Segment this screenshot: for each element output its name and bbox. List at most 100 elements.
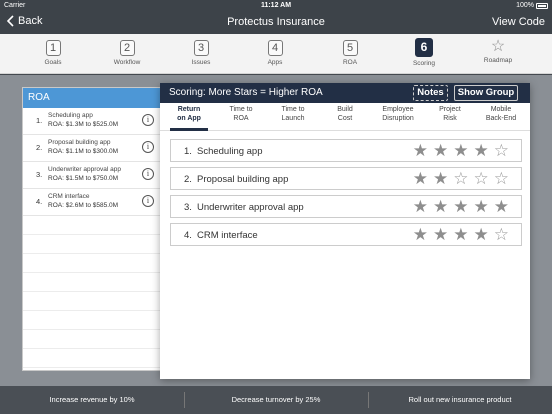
clock: 11:12 AM	[260, 2, 292, 9]
star-filled-icon[interactable]: ★	[413, 226, 428, 243]
tab-project-risk[interactable]: Project Risk	[430, 105, 470, 123]
page-title: Protectus Insurance	[227, 16, 325, 28]
step-scoring[interactable]: 6 Scoring	[394, 38, 454, 67]
step-issues[interactable]: 3 Issues	[171, 38, 231, 66]
roa-item-value: ROA: $1.1M to $300.0M	[48, 148, 119, 155]
roa-header: ROA	[23, 88, 165, 108]
roa-item-name: Proposal building app	[48, 139, 111, 146]
tab-build-cost[interactable]: Build Cost	[325, 105, 365, 123]
score-row: 1. Scheduling app ★ ★ ★ ★ ☆	[170, 139, 522, 162]
step-label: Goals	[44, 59, 62, 66]
step-goals[interactable]: 1 Goals	[23, 38, 83, 66]
step-label: Roadmap	[483, 57, 513, 64]
battery-icon	[536, 2, 548, 9]
score-row-name: Scheduling app	[197, 146, 263, 157]
info-icon[interactable]: i	[142, 114, 154, 126]
main-area: ROA 1. Scheduling app ROA: $1.3M to $525…	[0, 75, 552, 386]
battery-percent: 100%	[516, 2, 534, 9]
roa-item-value: ROA: $1.3M to $525.0M	[48, 121, 119, 128]
tab-time-to-launch[interactable]: Time to Launch	[271, 105, 315, 123]
view-code-button[interactable]: View Code	[492, 16, 545, 28]
roa-item-name: Scheduling app	[48, 112, 93, 119]
goal-item: Roll out new insurance product	[408, 395, 512, 404]
star-rating[interactable]: ★ ★ ☆ ☆ ☆	[413, 170, 509, 187]
roa-list-item: 1. Scheduling app ROA: $1.3M to $525.0M …	[23, 108, 165, 135]
step-roadmap[interactable]: ☆ Roadmap	[468, 38, 528, 65]
star-empty-icon[interactable]: ☆	[494, 226, 509, 243]
roa-item-name: Underwriter approval app	[48, 166, 121, 173]
tab-label-line2: ROA	[233, 115, 249, 122]
star-filled-icon[interactable]: ★	[433, 170, 448, 187]
score-row-index: 1.	[184, 146, 192, 157]
star-rating[interactable]: ★ ★ ★ ★ ☆	[413, 142, 509, 159]
status-bar: Carrier 11:12 AM 100%	[0, 0, 552, 12]
score-row: 4. CRM interface ★ ★ ★ ★ ☆	[170, 223, 522, 246]
step-number: 5	[342, 40, 358, 56]
active-tab-indicator	[170, 128, 208, 131]
star-filled-icon[interactable]: ★	[413, 170, 428, 187]
tab-employee-disruption[interactable]: Employee Disruption	[372, 105, 424, 123]
step-label: Workflow	[113, 59, 141, 66]
star-empty-icon[interactable]: ☆	[474, 170, 489, 187]
tab-mobile-back-end[interactable]: Mobile Back-End	[478, 105, 524, 123]
star-filled-icon[interactable]: ★	[413, 198, 428, 215]
star-filled-icon[interactable]: ★	[474, 142, 489, 159]
star-filled-icon[interactable]: ★	[433, 198, 448, 215]
star-filled-icon[interactable]: ★	[453, 198, 468, 215]
star-empty-icon[interactable]: ☆	[494, 170, 509, 187]
star-rating[interactable]: ★ ★ ★ ★ ★	[413, 198, 509, 215]
nav-bar: Back Protectus Insurance View Code	[0, 12, 552, 34]
goal-item: Decrease turnover by 25%	[231, 395, 321, 404]
tab-label-line2: Launch	[281, 115, 305, 122]
star-filled-icon[interactable]: ★	[474, 198, 489, 215]
star-rating[interactable]: ★ ★ ★ ★ ☆	[413, 226, 509, 243]
star-filled-icon[interactable]: ★	[453, 142, 468, 159]
tab-label-line1: Project	[439, 106, 461, 113]
score-row-index: 4.	[184, 230, 192, 241]
empty-row	[23, 254, 165, 273]
tab-time-to-roa[interactable]: Time to ROA	[219, 105, 263, 123]
step-workflow[interactable]: 2 Workflow	[97, 38, 157, 66]
step-apps[interactable]: 4 Apps	[245, 38, 305, 66]
scoring-header: Scoring: More Stars = Higher ROA Notes S…	[160, 83, 530, 103]
star-filled-icon[interactable]: ★	[453, 226, 468, 243]
tab-label-line2: Cost	[337, 115, 353, 122]
star-filled-icon[interactable]: ★	[433, 142, 448, 159]
step-number: 6	[415, 38, 433, 57]
score-row-name: Underwriter approval app	[197, 202, 304, 213]
roa-item-index: 3.	[36, 170, 43, 179]
star-filled-icon[interactable]: ★	[413, 142, 428, 159]
show-group-button[interactable]: Show Group	[454, 85, 518, 101]
star-filled-icon[interactable]: ★	[494, 198, 509, 215]
star-icon: ☆	[490, 38, 506, 55]
star-filled-icon[interactable]: ★	[474, 226, 489, 243]
tab-label-line1: Build	[337, 106, 353, 113]
goal-item: Increase revenue by 10%	[49, 395, 135, 404]
empty-row	[23, 349, 165, 368]
roa-list-item: 3. Underwriter approval app ROA: $1.5M t…	[23, 162, 165, 189]
roa-item-value: ROA: $2.6M to $585.0M	[48, 202, 119, 209]
star-filled-icon[interactable]: ★	[433, 226, 448, 243]
info-icon[interactable]: i	[142, 168, 154, 180]
info-icon[interactable]: i	[142, 195, 154, 207]
tab-label-line1: Time to	[229, 106, 253, 113]
score-row-name: CRM interface	[197, 230, 258, 241]
empty-row	[23, 235, 165, 254]
step-roa[interactable]: 5 ROA	[320, 38, 380, 66]
tab-return-on-app[interactable]: Return on App	[168, 105, 210, 123]
step-label: Apps	[267, 59, 283, 66]
roa-item-value: ROA: $1.5M to $750.0M	[48, 175, 119, 182]
star-empty-icon[interactable]: ☆	[494, 142, 509, 159]
roa-list-item: 4. CRM interface ROA: $2.6M to $585.0M i	[23, 189, 165, 216]
step-number: 4	[267, 40, 283, 56]
roa-item-name: CRM interface	[48, 193, 90, 200]
tab-label-line1: Return	[177, 106, 201, 113]
star-empty-icon[interactable]: ☆	[453, 170, 468, 187]
info-icon[interactable]: i	[142, 141, 154, 153]
tab-label-line2: Risk	[443, 115, 457, 122]
step-label: Issues	[191, 59, 211, 66]
score-row-index: 3.	[184, 202, 192, 213]
score-row-name: Proposal building app	[197, 174, 289, 185]
battery-indicator: 100%	[516, 2, 548, 9]
notes-button[interactable]: Notes	[413, 85, 448, 101]
